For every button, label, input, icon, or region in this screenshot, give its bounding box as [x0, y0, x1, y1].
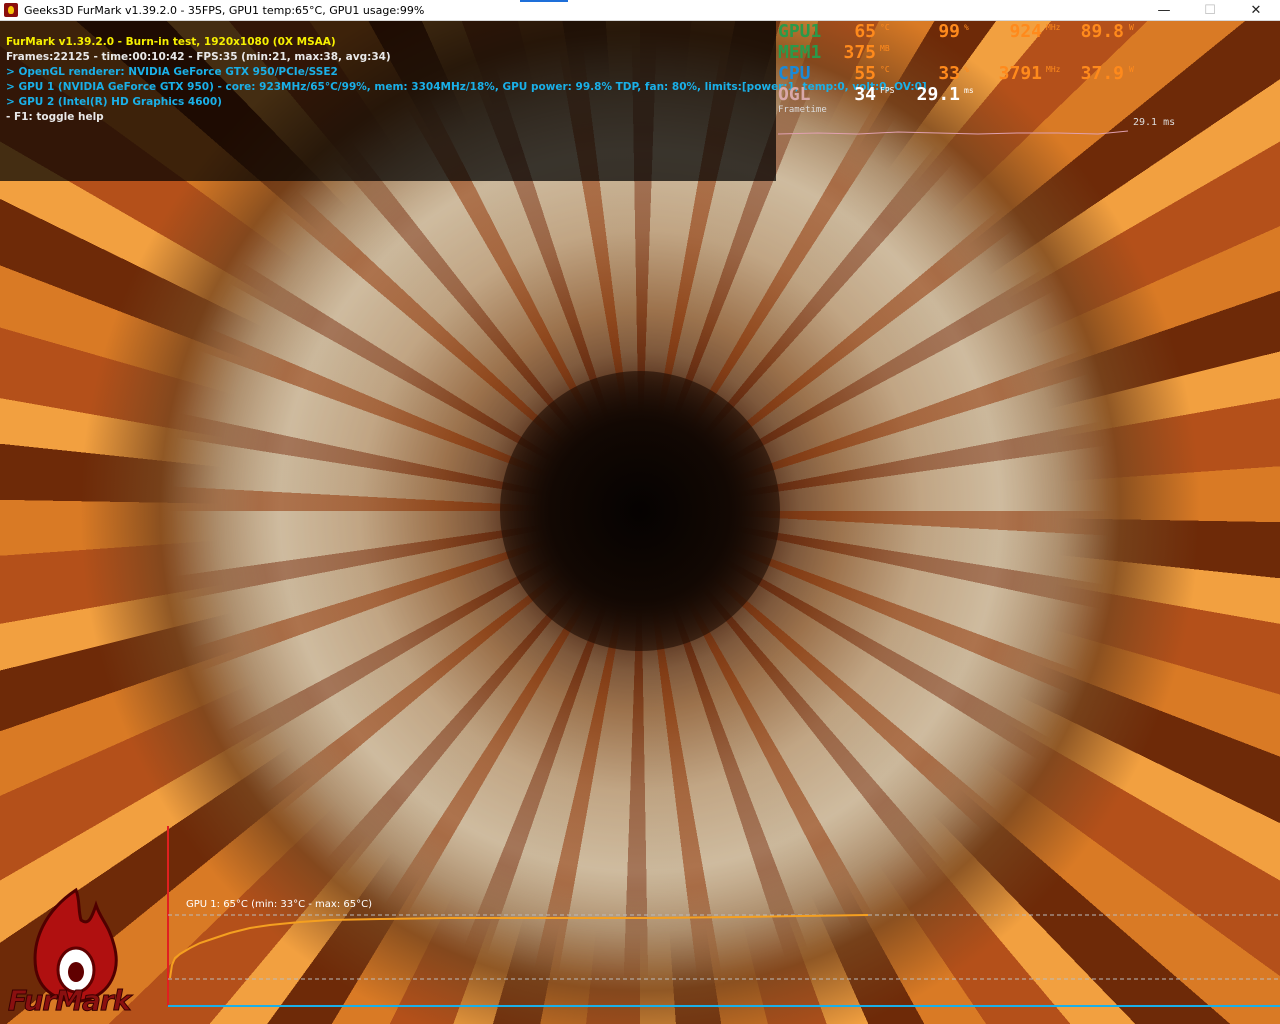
osd-gpu-label: GPU1 — [778, 21, 822, 42]
osd-cpu-usage: 33 — [938, 63, 960, 84]
osd-cpu-clock: 3791 — [998, 63, 1042, 84]
osd-cpu-label: CPU — [778, 63, 811, 84]
osd-gpu-power: 89.8 — [1080, 21, 1124, 42]
furmark-app-icon — [4, 3, 18, 17]
osd-gpu-clock-unit: MHz — [1046, 23, 1061, 32]
osd-gpu-clock: 924 — [1009, 21, 1042, 42]
window-titlebar[interactable]: Geeks3D FurMark v1.39.2.0 - 35FPS, GPU1 … — [0, 0, 1280, 21]
frametime-line — [778, 130, 1129, 135]
osd-cpu-temp-unit: °C — [880, 65, 890, 74]
osd-ogl-frametime-unit: ms — [964, 86, 974, 95]
window-title: Geeks3D FurMark v1.39.2.0 - 35FPS, GPU1 … — [24, 3, 425, 17]
osd-ogl-frametime: 29.1 — [916, 84, 960, 105]
osd-gpu-usage: 99 — [938, 21, 960, 42]
osd-cpu-usage-unit: % — [964, 65, 969, 74]
osd-gpu-temp: 65 — [854, 21, 876, 42]
close-button[interactable]: ✕ — [1233, 0, 1279, 20]
osd-gpu-power-unit: W — [1129, 23, 1134, 32]
osd-cpu-power: 37.9 — [1080, 63, 1124, 84]
frametime-readout: 29.1 ms — [1133, 117, 1176, 128]
render-center — [500, 371, 780, 651]
osd-ogl-fps: 34 — [854, 84, 876, 105]
maximize-button[interactable]: ☐ — [1187, 0, 1233, 20]
osd-cpu-clock-unit: MHz — [1046, 65, 1061, 74]
osd-cpu-temp: 55 — [854, 63, 876, 84]
osd-ogl-label: OGL — [778, 84, 811, 105]
osd-gpu-temp-unit: °C — [880, 23, 890, 32]
title-accent — [520, 0, 568, 2]
frametime-graph — [778, 130, 1129, 135]
osd-cpu-power-unit: W — [1129, 65, 1134, 74]
osd-ogl-fps-unit: FPS — [880, 86, 895, 95]
osd-mem-used: 375 — [843, 42, 876, 63]
osd-panel: GPU1 65 °C 99 % 924 MHz 89.8 W MEM1 375 … — [776, 21, 1175, 141]
temp-graph-label: GPU 1: 65°C (min: 33°C - max: 65°C) — [186, 899, 372, 910]
osd-gpu-usage-unit: % — [964, 23, 969, 32]
minimize-button[interactable]: — — [1141, 0, 1187, 20]
furmark-logo-text: FurMark — [7, 984, 131, 1018]
osd-mem-label: MEM1 — [778, 42, 822, 63]
osd-mem-unit: MB — [880, 44, 890, 53]
frametime-label: Frametime — [778, 105, 827, 115]
